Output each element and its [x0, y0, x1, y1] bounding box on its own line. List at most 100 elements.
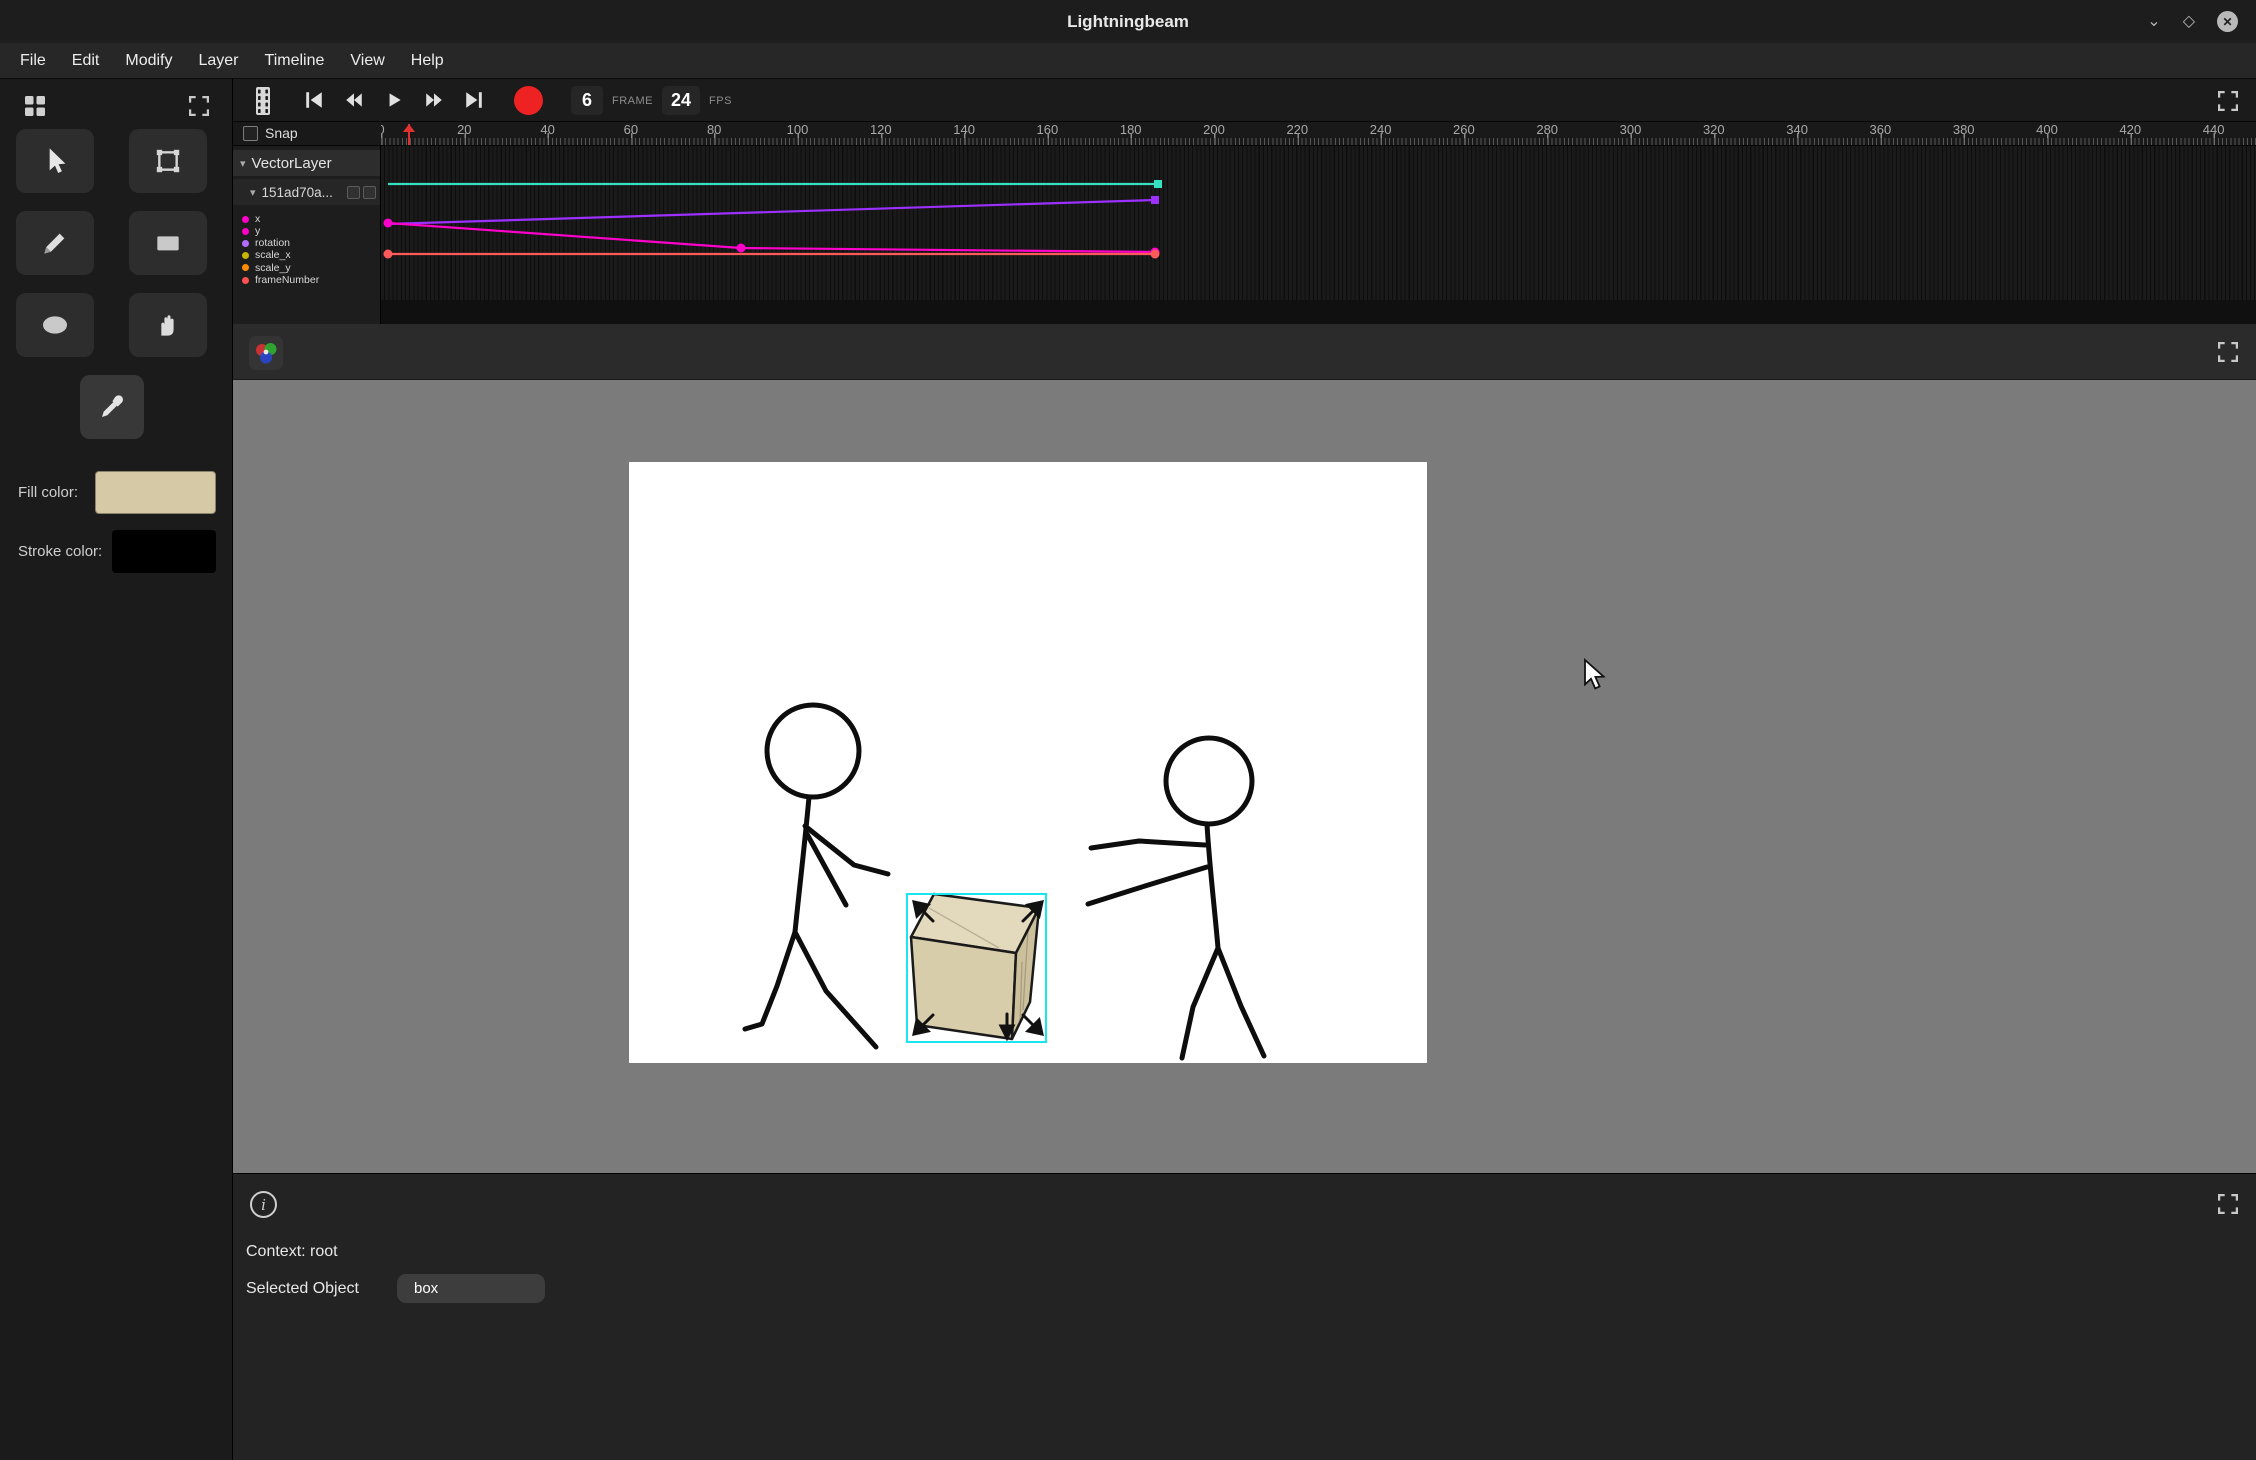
window-controls: ⌄ ◇ ✕: [2147, 0, 2238, 43]
property-color-dot: [242, 240, 249, 247]
menu-item-layer[interactable]: Layer: [185, 52, 251, 70]
film-strip-icon: [251, 86, 275, 116]
hand-icon: [152, 309, 184, 341]
menu-item-file[interactable]: File: [7, 52, 59, 70]
menu-item-timeline[interactable]: Timeline: [252, 52, 338, 70]
mouse-cursor: [1583, 658, 1609, 692]
selected-object-input[interactable]: box: [397, 1274, 545, 1303]
rewind-button[interactable]: [341, 87, 367, 113]
frame-indicator: 6 FRAME 24 FPS: [571, 79, 732, 122]
hand-tool-button[interactable]: [129, 293, 207, 357]
tool-panel-expand-button[interactable]: [184, 91, 214, 121]
info-icon: i: [261, 1196, 266, 1214]
property-row-scale_y[interactable]: scale_y: [233, 262, 380, 274]
ellipse-icon: [39, 309, 71, 341]
property-rows: xyrotationscale_xscale_yframeNumber: [233, 213, 380, 286]
timeline-expand-button[interactable]: [2214, 87, 2242, 115]
inspector-panel: i Context: root Selected Object box: [233, 1173, 2256, 1460]
pencil-tool-button[interactable]: [16, 211, 94, 275]
window-title: Lightningbeam: [0, 0, 2256, 43]
fps-unit-label: FPS: [709, 95, 732, 107]
menu-item-help[interactable]: Help: [398, 52, 457, 70]
frame-number-value[interactable]: 6: [571, 86, 603, 115]
property-color-dot: [242, 216, 249, 223]
playhead[interactable]: [408, 124, 410, 145]
stage-area[interactable]: [233, 380, 2256, 1173]
skip-start-icon: [304, 90, 324, 110]
stroke-color-row: Stroke color:: [18, 529, 216, 573]
stage-canvas[interactable]: [629, 462, 1427, 1063]
ellipse-tool-button[interactable]: [16, 293, 94, 357]
inspector-expand-button[interactable]: [2214, 1190, 2242, 1218]
track-area[interactable]: [381, 146, 2256, 324]
ruler-minor-ticks: [381, 138, 2256, 145]
eyedropper-icon: [96, 391, 128, 423]
layer-lock-icon[interactable]: [363, 186, 376, 199]
property-name: x: [255, 214, 260, 225]
close-icon[interactable]: ✕: [2217, 11, 2238, 32]
property-row-x[interactable]: x: [233, 213, 380, 225]
rewind-icon: [344, 90, 364, 110]
fps-value[interactable]: 24: [662, 86, 700, 115]
layer-row-object[interactable]: ▾ 151ad70a...: [233, 179, 380, 205]
select-arrow-icon: [39, 145, 71, 177]
rectangle-tool-button[interactable]: [129, 211, 207, 275]
property-name: frameNumber: [255, 275, 319, 286]
frame-curve-keyframe: [384, 250, 393, 259]
menu-item-view[interactable]: View: [337, 52, 397, 70]
stick-figure-left: [745, 705, 888, 1047]
lightningbeam-window: Lightningbeam ⌄ ◇ ✕ FileEditModifyLayerT…: [0, 0, 2256, 1460]
record-button[interactable]: [514, 86, 543, 115]
pencil-icon: [39, 227, 71, 259]
maximize-icon[interactable]: ◇: [2183, 14, 2195, 30]
grid-view-button[interactable]: [18, 89, 52, 123]
info-button[interactable]: i: [250, 1191, 277, 1218]
eyedropper-tool-button[interactable]: [80, 375, 144, 439]
selected-object-label: Selected Object: [246, 1280, 397, 1298]
collapse-triangle-icon[interactable]: ▾: [250, 186, 256, 199]
transform-tool-button[interactable]: [129, 129, 207, 193]
menu-item-modify[interactable]: Modify: [112, 52, 185, 70]
scale-curve-keyframe: [1154, 180, 1162, 188]
property-row-scale_x[interactable]: scale_x: [233, 250, 380, 262]
color-palette-button[interactable]: [249, 336, 283, 370]
selected-object-row: Selected Object box: [246, 1274, 545, 1303]
minimize-icon[interactable]: ⌄: [2147, 14, 2160, 30]
layer-visibility-icon[interactable]: [347, 186, 360, 199]
fast-forward-icon: [424, 90, 444, 110]
property-row-y[interactable]: y: [233, 225, 380, 237]
property-row-rotation[interactable]: rotation: [233, 237, 380, 249]
timeline-ruler[interactable]: Snap 02040608010012014016018020022024026…: [233, 122, 2256, 146]
property-color-dot: [242, 228, 249, 235]
fill-color-row: Fill color:: [18, 470, 216, 515]
transform-icon: [152, 145, 184, 177]
snap-toggle[interactable]: Snap: [243, 125, 298, 141]
timeline-toolbar: 6 FRAME 24 FPS: [233, 79, 2256, 122]
title-bar: Lightningbeam ⌄ ◇ ✕: [0, 0, 2256, 43]
artboard-drawing: [629, 462, 1427, 1063]
snap-checkbox[interactable]: [243, 126, 258, 141]
timeline-body: ▾ VectorLayer ▾ 151ad70a... xyrotationsc…: [233, 146, 2256, 324]
transport-controls: [301, 87, 487, 113]
layer-name: VectorLayer: [252, 155, 332, 172]
canvas-expand-button[interactable]: [2214, 338, 2242, 366]
play-button[interactable]: [381, 87, 407, 113]
x-curve: [388, 223, 1155, 252]
stroke-color-swatch[interactable]: [112, 530, 216, 573]
expand-icon: [2218, 1194, 2238, 1214]
fast-forward-button[interactable]: [421, 87, 447, 113]
property-name: scale_y: [255, 263, 291, 274]
property-color-dot: [242, 264, 249, 271]
skip-to-end-button[interactable]: [461, 87, 487, 113]
menu-item-edit[interactable]: Edit: [59, 52, 113, 70]
expand-icon: [2218, 342, 2238, 362]
film-button[interactable]: [247, 85, 279, 117]
property-row-frameNumber[interactable]: frameNumber: [233, 274, 380, 286]
collapse-triangle-icon[interactable]: ▾: [240, 157, 246, 170]
skip-to-start-button[interactable]: [301, 87, 327, 113]
layer-row-vectorlayer[interactable]: ▾ VectorLayer: [233, 150, 380, 176]
tools-grid: [16, 129, 207, 357]
select-tool-button[interactable]: [16, 129, 94, 193]
fill-color-swatch[interactable]: [95, 471, 216, 514]
stroke-color-label: Stroke color:: [18, 543, 102, 560]
